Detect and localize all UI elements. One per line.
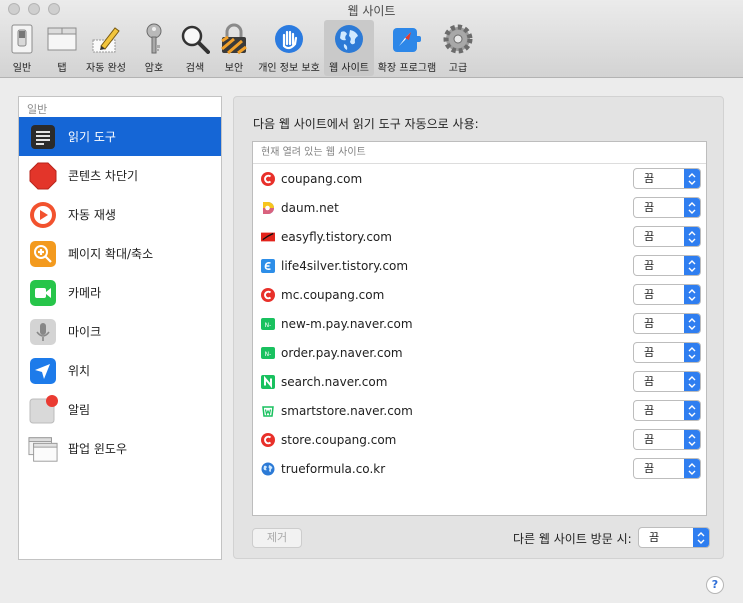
chevron-up-down-icon	[684, 343, 700, 362]
website-row[interactable]: mc.coupang.com 끔	[253, 280, 706, 309]
tab-advanced[interactable]: 고급	[440, 20, 476, 76]
tab-websites[interactable]: 웹 사이트	[324, 20, 374, 76]
website-row[interactable]: easyfly.tistory.com 끔	[253, 222, 706, 251]
sidebar-item-content-blockers[interactable]: 콘텐츠 차단기	[19, 156, 221, 195]
open-websites-list: 현재 열려 있는 웹 사이트 coupang.com 끔 daum.net 끔	[252, 141, 707, 516]
microphone-icon	[28, 317, 58, 347]
window-titlebar: 웹 사이트 일반 탭 자동 완성 암호 검색 보안 개인 정보 보호 웹 사이트…	[0, 0, 743, 78]
gear-icon	[441, 22, 475, 56]
reader-setting-popup[interactable]: 끔	[633, 371, 701, 392]
reader-setting-popup[interactable]: 끔	[633, 284, 701, 305]
naverpay-icon: N-	[261, 346, 275, 360]
reader-setting-popup[interactable]: 끔	[633, 226, 701, 247]
settings-sidebar: 일반 읽기 도구 콘텐츠 차단기 자동 재생 페이지 확대/축소 카메라 마이크	[18, 96, 222, 560]
easyfly-icon	[261, 230, 275, 244]
pencil-form-icon	[89, 22, 123, 56]
reader-setting-popup[interactable]: 끔	[633, 342, 701, 363]
zoom-icon	[28, 239, 58, 269]
reader-setting-popup[interactable]: 끔	[633, 197, 701, 218]
tab-security[interactable]: 보안	[214, 20, 254, 76]
chevron-up-down-icon	[684, 256, 700, 275]
other-websites-popup[interactable]: 끔	[638, 527, 710, 548]
sidebar-item-camera[interactable]: 카메라	[19, 273, 221, 312]
chevron-up-down-icon	[684, 401, 700, 420]
life4silver-icon	[261, 258, 275, 273]
website-row[interactable]: N- new-m.pay.naver.com 끔	[253, 309, 706, 338]
stop-sign-icon	[28, 161, 58, 191]
location-icon	[28, 356, 58, 386]
tab-tabs[interactable]: 탭	[44, 20, 80, 76]
reader-icon	[28, 122, 58, 152]
chevron-up-down-icon	[684, 459, 700, 478]
general-switch-icon	[5, 22, 39, 56]
globe-icon	[261, 462, 275, 476]
camera-icon	[28, 278, 58, 308]
sidebar-item-reader[interactable]: 읽기 도구	[19, 117, 221, 156]
tab-extensions[interactable]: 확장 프로그램	[374, 20, 440, 76]
tab-passwords[interactable]: 암호	[132, 20, 176, 76]
reader-setting-popup[interactable]: 끔	[633, 313, 701, 334]
chevron-up-down-icon	[684, 169, 700, 188]
website-row[interactable]: smartstore.naver.com 끔	[253, 396, 706, 425]
website-row[interactable]: life4silver.tistory.com 끔	[253, 251, 706, 280]
chevron-up-down-icon	[684, 198, 700, 217]
reader-setting-popup[interactable]: 끔	[633, 429, 701, 450]
chevron-up-down-icon	[684, 314, 700, 333]
coupang-icon	[261, 171, 275, 186]
reader-settings-panel: 다음 웹 사이트에서 읽기 도구 자동으로 사용: 현재 열려 있는 웹 사이트…	[233, 96, 724, 559]
sidebar-item-location[interactable]: 위치	[19, 351, 221, 390]
coupang-icon	[261, 432, 275, 447]
list-header: 현재 열려 있는 웹 사이트	[253, 142, 706, 164]
window-title: 웹 사이트	[347, 4, 396, 18]
sidebar-item-microphone[interactable]: 마이크	[19, 312, 221, 351]
tab-search[interactable]: 검색	[176, 20, 214, 76]
chevron-up-down-icon	[693, 528, 709, 547]
svg-text:N-: N-	[265, 322, 272, 329]
tabs-icon	[45, 22, 79, 56]
sidebar-item-autoplay[interactable]: 자동 재생	[19, 195, 221, 234]
sidebar-item-popup-windows[interactable]: 팝업 윈도우	[19, 429, 221, 468]
naverpay-icon: N-	[261, 317, 275, 331]
website-row[interactable]: N- order.pay.naver.com 끔	[253, 338, 706, 367]
sidebar-header: 일반	[27, 103, 48, 116]
sidebar-item-page-zoom[interactable]: 페이지 확대/축소	[19, 234, 221, 273]
chevron-up-down-icon	[684, 285, 700, 304]
other-websites-label: 다른 웹 사이트 방문 시:	[513, 532, 632, 546]
coupang-icon	[261, 287, 275, 302]
help-button[interactable]: ?	[706, 576, 724, 594]
website-row[interactable]: coupang.com 끔	[253, 164, 706, 193]
preferences-toolbar: 일반 탭 자동 완성 암호 검색 보안 개인 정보 보호 웹 사이트 확장 프로…	[0, 20, 476, 76]
website-row[interactable]: search.naver.com 끔	[253, 367, 706, 396]
naver-icon	[261, 374, 275, 389]
extensions-icon	[390, 22, 424, 56]
hand-icon	[272, 22, 306, 56]
panel-heading: 다음 웹 사이트에서 읽기 도구 자동으로 사용:	[253, 117, 479, 131]
globe-icon	[332, 22, 366, 56]
daum-icon	[261, 201, 275, 215]
tab-privacy[interactable]: 개인 정보 보호	[254, 20, 324, 76]
reader-setting-popup[interactable]: 끔	[633, 168, 701, 189]
key-icon	[137, 22, 171, 56]
svg-text:N-: N-	[265, 351, 272, 358]
sidebar-item-notifications[interactable]: 알림	[19, 390, 221, 429]
play-icon	[28, 200, 58, 230]
padlock-icon	[217, 22, 251, 56]
tab-general[interactable]: 일반	[0, 20, 44, 76]
magnifier-icon	[178, 22, 212, 56]
tab-autofill[interactable]: 자동 완성	[80, 20, 132, 76]
notification-icon	[28, 394, 58, 425]
website-row[interactable]: store.coupang.com 끔	[253, 425, 706, 454]
smartstore-icon	[261, 404, 275, 418]
reader-setting-popup[interactable]: 끔	[633, 255, 701, 276]
reader-setting-popup[interactable]: 끔	[633, 400, 701, 421]
chevron-up-down-icon	[684, 372, 700, 391]
chevron-up-down-icon	[684, 430, 700, 449]
website-row[interactable]: trueformula.co.kr 끔	[253, 454, 706, 483]
chevron-up-down-icon	[684, 227, 700, 246]
remove-button[interactable]: 제거	[252, 528, 302, 548]
popup-window-icon	[28, 434, 58, 464]
reader-setting-popup[interactable]: 끔	[633, 458, 701, 479]
website-row[interactable]: daum.net 끔	[253, 193, 706, 222]
